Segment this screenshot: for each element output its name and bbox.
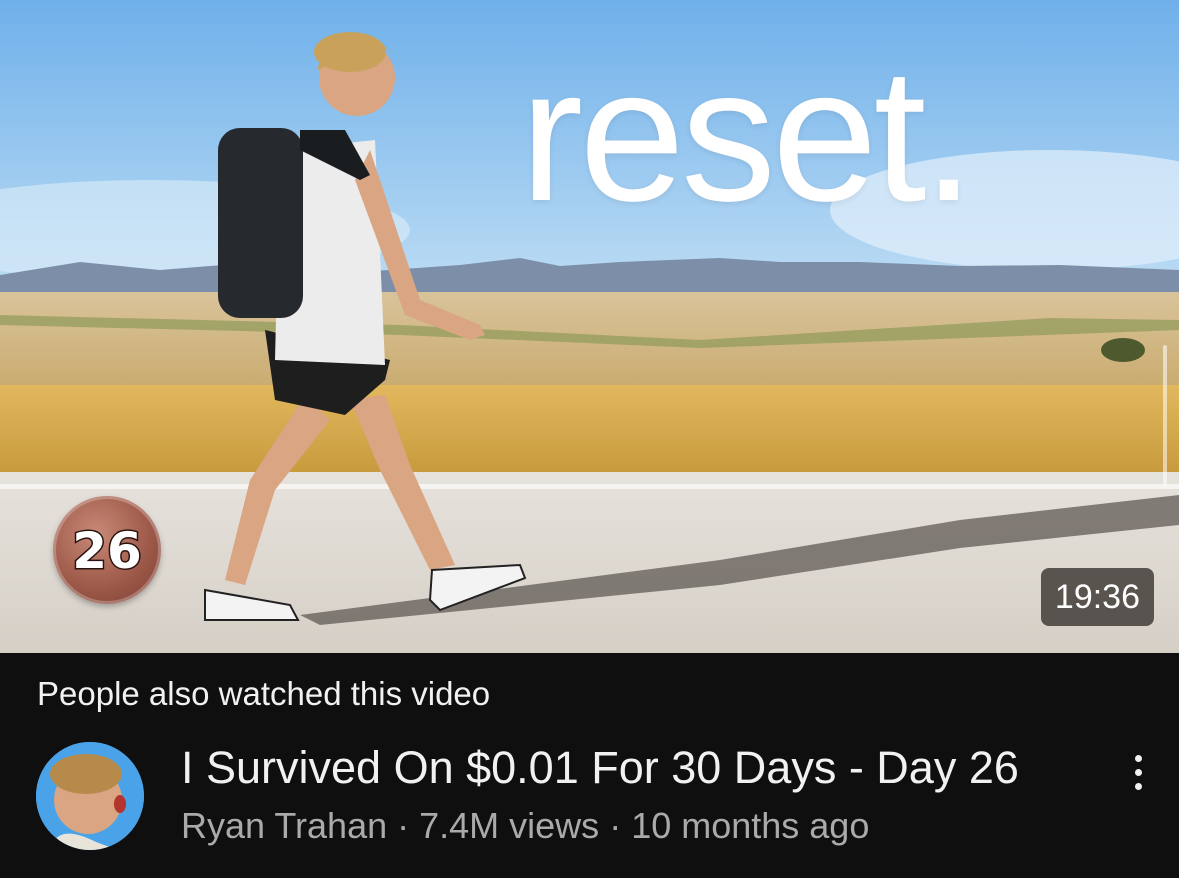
more-vert-icon[interactable]: [1116, 742, 1160, 802]
video-meta: Ryan Trahan · 7.4M views · 10 months ago: [181, 805, 869, 847]
channel-avatar[interactable]: [36, 742, 144, 850]
video-thumbnail[interactable]: reset. 26 19:36: [0, 0, 1179, 653]
meta-separator: ·: [397, 805, 410, 846]
view-count: 7.4M views: [419, 805, 600, 846]
day-badge-number: 26: [71, 521, 144, 582]
more-dot: [1134, 782, 1142, 790]
thumbnail-overlay-text: reset.: [520, 29, 975, 241]
section-label: People also watched this video: [37, 675, 491, 712]
scrollbar: [1163, 345, 1167, 485]
channel-name[interactable]: Ryan Trahan: [181, 805, 387, 846]
day-badge: 26: [53, 496, 161, 604]
video-card[interactable]: reset. 26 19:36 People also watched this…: [0, 0, 1179, 878]
more-dot: [1134, 768, 1142, 776]
avatar-image: [36, 742, 144, 850]
meta-separator: ·: [609, 805, 622, 846]
duration-badge: 19:36: [1040, 568, 1154, 626]
video-title[interactable]: I Survived On $0.01 For 30 Days - Day 26: [181, 742, 1019, 794]
upload-age: 10 months ago: [631, 805, 870, 846]
more-dot: [1134, 754, 1142, 762]
